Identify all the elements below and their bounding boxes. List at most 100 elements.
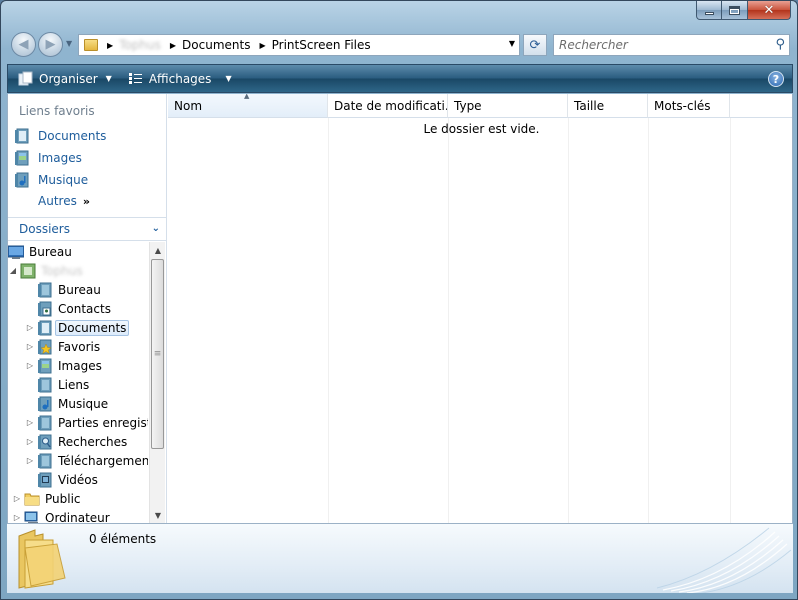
- maximize-icon: [729, 5, 740, 15]
- scroll-down-icon[interactable]: ▼: [150, 507, 166, 523]
- favorite-documents[interactable]: Documents: [14, 126, 106, 146]
- minimize-icon: [704, 11, 714, 15]
- forward-button[interactable]: ▶: [38, 32, 63, 57]
- grip-icon: ≡: [153, 349, 162, 359]
- tree-item-contacts[interactable]: Contacts: [25, 299, 111, 318]
- empty-folder-message: Le dossier est vide.: [423, 122, 540, 136]
- column-divider: [448, 118, 449, 523]
- tree-item-favoris[interactable]: ▷ Favoris: [25, 337, 100, 356]
- refresh-icon: ⟳: [529, 37, 541, 53]
- file-list[interactable]: ▲ Nom Date de modificati... Type Taille …: [168, 94, 792, 523]
- expand-arrow-icon[interactable]: ▷: [25, 361, 35, 370]
- address-dropdown-icon[interactable]: ▼: [509, 39, 515, 48]
- views-button[interactable]: Affichages ▼: [128, 71, 232, 86]
- tree-item-computer[interactable]: ▷ Ordinateur: [12, 508, 110, 523]
- organize-button[interactable]: Organiser ▼: [18, 71, 112, 86]
- expand-arrow-icon[interactable]: ▷: [25, 418, 35, 427]
- tree-item-bureau[interactable]: Bureau: [25, 280, 101, 299]
- documents-icon: [15, 128, 29, 144]
- tree-item-downloads[interactable]: ▷ Téléchargement: [25, 451, 148, 470]
- favorites-more-link[interactable]: Autres »: [38, 194, 90, 208]
- favorite-music[interactable]: Musique: [14, 170, 88, 190]
- address-bar[interactable]: ▶ Tophus ▶ Documents ▶ PrintScreen Files…: [78, 34, 520, 56]
- tree-item-videos[interactable]: Vidéos: [25, 470, 98, 489]
- search-box[interactable]: ⚲: [553, 34, 790, 56]
- folders-header[interactable]: Dossiers ⌄: [8, 217, 166, 241]
- expanded-icon[interactable]: ◢: [8, 266, 18, 275]
- help-button[interactable]: ?: [768, 71, 784, 87]
- music-icon: [38, 396, 52, 411]
- scroll-up-icon[interactable]: ▲: [150, 242, 166, 258]
- help-icon: ?: [772, 72, 780, 86]
- column-label: Type: [454, 98, 482, 113]
- large-folder-icon: [18, 529, 66, 589]
- expand-arrow-icon[interactable]: ▷: [25, 437, 35, 446]
- refresh-button[interactable]: ⟳: [523, 34, 547, 56]
- breadcrumb-separator-icon[interactable]: ▶: [107, 41, 113, 50]
- breadcrumb-documents[interactable]: Documents: [182, 38, 250, 52]
- tree-item-label: Parties enregistrées: [58, 415, 148, 430]
- breadcrumb-separator-icon[interactable]: ▶: [259, 41, 265, 50]
- views-icon: [128, 71, 143, 86]
- chevron-down-icon: ⌄: [151, 223, 160, 234]
- navigation-pane: Liens favoris Documents Images Musique A…: [8, 94, 167, 523]
- column-header-tags[interactable]: Mots-clés: [648, 94, 730, 118]
- tree-item-saved-games[interactable]: ▷ Parties enregistrées: [25, 413, 148, 432]
- expand-arrow-icon[interactable]: ▷: [25, 342, 35, 351]
- minimize-button[interactable]: [696, 1, 722, 20]
- contacts-icon: [38, 301, 52, 316]
- user-folder-icon: [20, 263, 36, 278]
- favorite-label: Documents: [38, 129, 107, 143]
- search-icon[interactable]: ⚲: [775, 37, 785, 52]
- expand-arrow-icon[interactable]: ▷: [12, 494, 22, 503]
- main-area: Liens favoris Documents Images Musique A…: [7, 94, 793, 523]
- folder-icon: [84, 39, 98, 51]
- close-icon: ✕: [763, 2, 775, 18]
- tree-item-label: Vidéos: [58, 472, 98, 487]
- arrow-left-icon: ◀: [18, 37, 29, 52]
- tree-item-public[interactable]: ▷ Public: [12, 489, 81, 508]
- searches-icon: [38, 434, 52, 449]
- item-count: 0 éléments: [89, 532, 157, 546]
- column-header-type[interactable]: Type: [448, 94, 568, 118]
- tree-item-label: Musique: [58, 396, 109, 411]
- expand-arrow-icon[interactable]: ▷: [12, 513, 22, 522]
- favorites-star-icon: [38, 339, 52, 354]
- folder-tree-scrollbar[interactable]: ▲ ≡ ▼: [149, 242, 165, 523]
- breadcrumb-separator-icon[interactable]: ▶: [170, 41, 176, 50]
- tree-item-label: Liens: [58, 377, 90, 392]
- tree-item-liens[interactable]: Liens: [25, 375, 89, 394]
- tree-item-user[interactable]: ◢ Tophus: [8, 261, 83, 280]
- chevron-down-icon: ▼: [225, 74, 232, 83]
- close-button[interactable]: ✕: [748, 1, 791, 20]
- tree-item-label: Documents: [55, 319, 130, 336]
- column-header-date[interactable]: Date de modificati...: [328, 94, 448, 118]
- sort-ascending-icon: ▲: [244, 94, 250, 100]
- recent-pages-dropdown[interactable]: ▼: [66, 39, 72, 48]
- images-icon: [38, 358, 52, 373]
- breadcrumb-user[interactable]: Tophus: [119, 38, 161, 52]
- images-icon: [15, 150, 29, 166]
- column-label: Nom: [174, 98, 203, 113]
- tree-item-musique[interactable]: Musique: [25, 394, 108, 413]
- explorer-window: ✕ ◀ ▶ ▼ ▶ Tophus ▶ Documents ▶ PrintScre…: [0, 0, 798, 600]
- double-chevron-icon: »: [82, 195, 90, 208]
- folders-title: Dossiers: [19, 222, 70, 236]
- column-label: Mots-clés: [654, 98, 711, 113]
- expand-arrow-icon[interactable]: ▷: [25, 323, 35, 332]
- tree-item-images[interactable]: ▷ Images: [25, 356, 102, 375]
- folder-tree: Bureau ◢ Tophus Bureau Contacts ▷ Docume…: [8, 242, 148, 523]
- search-input[interactable]: [559, 38, 759, 52]
- tree-item-documents[interactable]: ▷ Documents: [25, 318, 130, 337]
- favorite-images[interactable]: Images: [14, 148, 82, 168]
- column-header-filler: [730, 94, 792, 118]
- tree-item-recherches[interactable]: ▷ Recherches: [25, 432, 127, 451]
- scrollbar-thumb[interactable]: ≡: [151, 259, 164, 449]
- tree-item-desktop[interactable]: Bureau: [8, 242, 72, 261]
- column-header-name[interactable]: ▲ Nom: [168, 94, 328, 118]
- maximize-button[interactable]: [722, 1, 748, 20]
- expand-arrow-icon[interactable]: ▷: [25, 456, 35, 465]
- breadcrumb-current[interactable]: PrintScreen Files: [272, 38, 371, 52]
- column-header-size[interactable]: Taille: [568, 94, 648, 118]
- back-button[interactable]: ◀: [11, 32, 36, 57]
